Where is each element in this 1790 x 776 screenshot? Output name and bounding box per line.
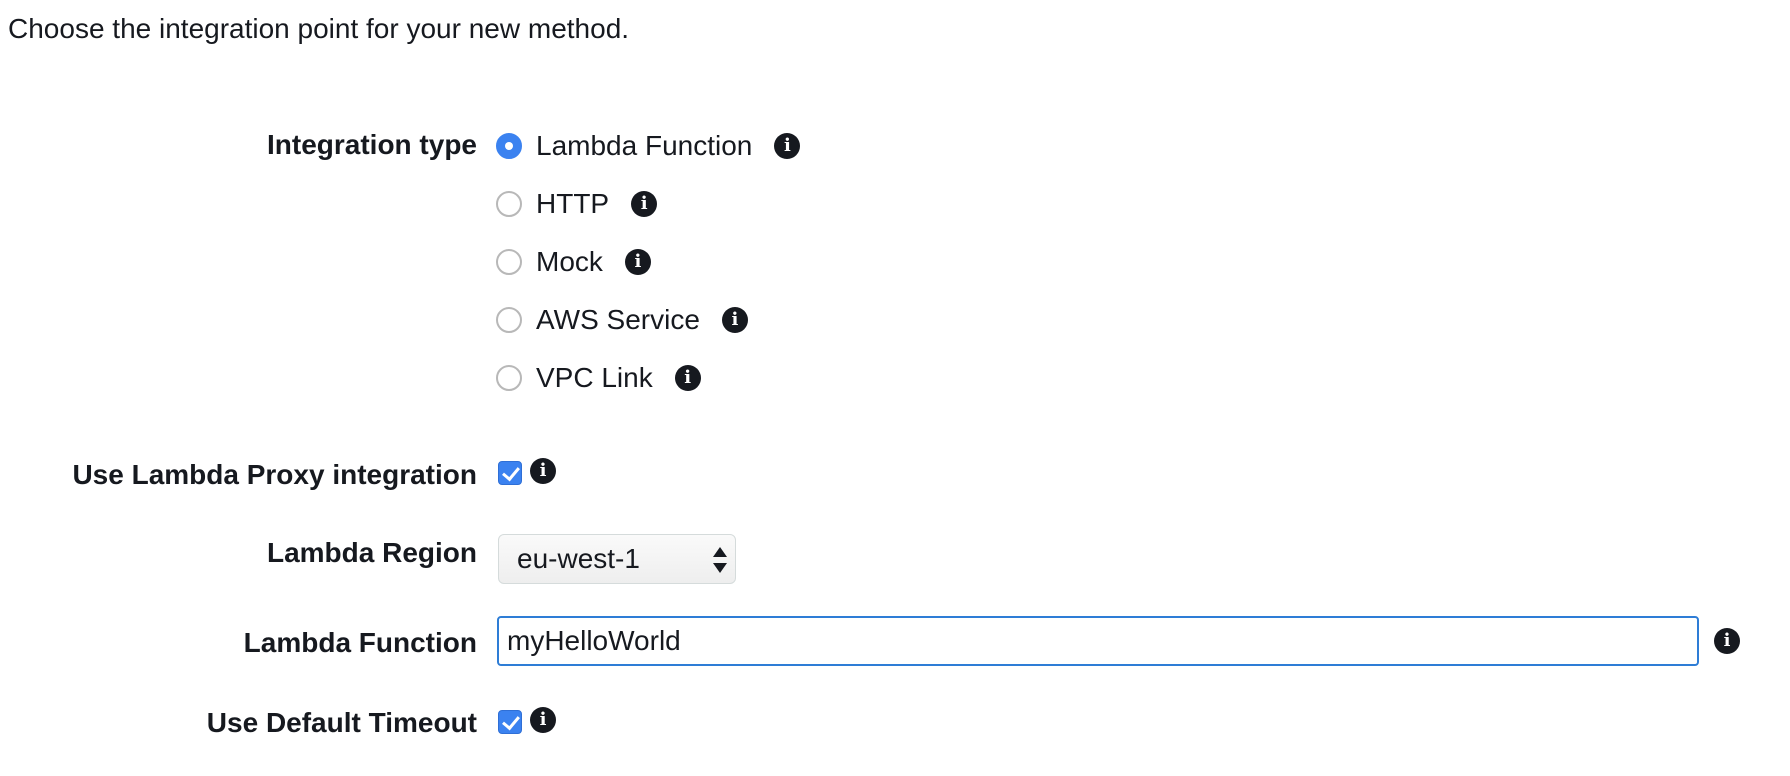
radio-button-vpc-link[interactable]: [496, 365, 522, 391]
info-icon[interactable]: i: [774, 133, 801, 159]
info-icon[interactable]: i: [530, 707, 556, 733]
radio-label-http[interactable]: HTTP: [536, 187, 609, 221]
info-icon[interactable]: i: [721, 307, 748, 333]
default-timeout-checkbox[interactable]: [498, 710, 522, 734]
radio-label-mock[interactable]: Mock: [536, 245, 603, 279]
lambda-proxy-row: i: [498, 458, 556, 485]
radio-option-vpc-link[interactable]: VPC Link i: [496, 358, 701, 398]
radio-label-aws-service[interactable]: AWS Service: [536, 303, 700, 337]
lambda-function-label: Lambda Function: [243, 627, 477, 658]
lambda-region-value: eu-west-1: [517, 543, 640, 574]
radio-option-lambda-function[interactable]: Lambda Function i: [496, 126, 801, 166]
radio-button-lambda-function[interactable]: [496, 133, 522, 159]
info-icon[interactable]: i: [624, 249, 651, 275]
radio-label-lambda-function[interactable]: Lambda Function: [536, 129, 752, 163]
radio-option-http[interactable]: HTTP i: [496, 184, 658, 224]
info-icon[interactable]: i: [631, 191, 658, 217]
lambda-proxy-checkbox[interactable]: [498, 461, 522, 485]
lambda-region-select[interactable]: eu-west-1: [498, 534, 736, 584]
radio-option-aws-service[interactable]: AWS Service i: [496, 300, 748, 340]
lambda-proxy-label: Use Lambda Proxy integration: [72, 459, 477, 490]
info-icon[interactable]: i: [674, 365, 701, 391]
radio-button-http[interactable]: [496, 191, 522, 217]
info-icon[interactable]: i: [530, 458, 556, 484]
integration-type-label: Integration type: [266, 129, 477, 160]
radio-button-mock[interactable]: [496, 249, 522, 275]
radio-option-mock[interactable]: Mock i: [496, 242, 651, 282]
radio-button-aws-service[interactable]: [496, 307, 522, 333]
radio-label-vpc-link[interactable]: VPC Link: [536, 361, 653, 395]
lambda-function-input[interactable]: [497, 616, 1699, 666]
default-timeout-row: i: [498, 707, 556, 734]
select-arrows-icon: [713, 545, 727, 575]
lambda-region-label: Lambda Region: [266, 537, 477, 568]
intro-text: Choose the integration point for your ne…: [8, 13, 630, 44]
info-icon[interactable]: i: [1714, 628, 1740, 654]
default-timeout-label: Use Default Timeout: [206, 707, 477, 738]
